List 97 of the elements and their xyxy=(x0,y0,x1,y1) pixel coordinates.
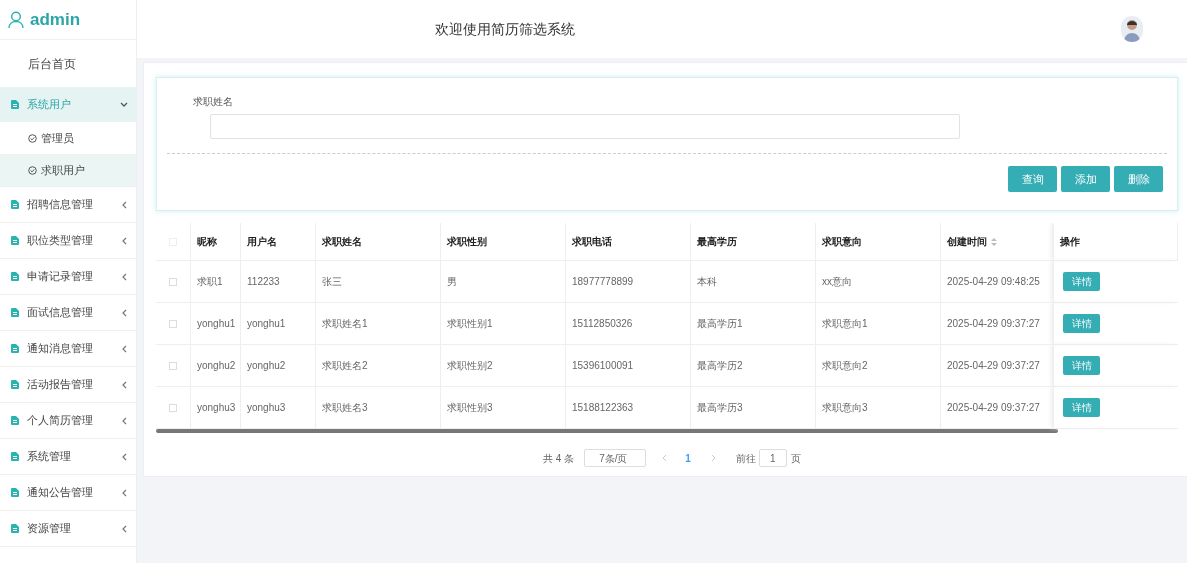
table-cell-text: 2025-04-29 09:37:27 xyxy=(947,401,1040,415)
column-header: 昵称 xyxy=(197,235,217,249)
goto-suffix: 页 xyxy=(790,451,801,466)
sidebar-item[interactable]: 后台首页 xyxy=(0,40,136,87)
sidebar-item[interactable]: 职位类型管理 xyxy=(0,223,136,258)
submenu-item[interactable]: 求职用户 xyxy=(0,154,136,186)
sidebar-item[interactable]: 申请记录管理 xyxy=(0,259,136,294)
chevron-left-icon xyxy=(121,344,127,353)
chevron-left-icon[interactable] xyxy=(662,454,668,462)
sidebar-item[interactable]: 招聘信息管理 xyxy=(0,187,136,222)
table-cell-text: 15188122363 xyxy=(572,401,634,415)
document-icon xyxy=(11,200,19,209)
column-header: 求职性别 xyxy=(447,235,487,249)
sidebar-item[interactable]: 通知公告管理 xyxy=(0,475,136,510)
scrollbar[interactable] xyxy=(156,429,1058,433)
table-cell-text: 2025-04-29 09:48:25 xyxy=(947,275,1040,289)
table-cell-text: 求职1 xyxy=(197,275,223,289)
document-icon xyxy=(11,272,19,281)
document-icon xyxy=(11,524,19,533)
avatar[interactable] xyxy=(1121,16,1143,42)
column-header[interactable]: 创建时间 xyxy=(947,234,987,249)
page-title: 欢迎使用简历筛选系统 xyxy=(435,19,575,39)
table-cell-text: 张三 xyxy=(322,275,342,289)
table-cell-text: 15396100091 xyxy=(572,359,634,373)
row-checkbox[interactable] xyxy=(169,403,177,412)
table-cell-text: 求职姓名1 xyxy=(322,317,368,331)
user-icon xyxy=(8,10,24,29)
table-cell-text: 求职性别3 xyxy=(447,401,493,415)
table-cell-text: yonghu3 xyxy=(247,401,286,415)
table-cell-text: 最高学历1 xyxy=(697,317,743,331)
check-circle-icon xyxy=(28,133,37,143)
chevron-left-icon xyxy=(121,416,127,425)
chevron-left-icon xyxy=(121,308,127,317)
document-icon xyxy=(11,452,19,461)
chevron-left-icon xyxy=(121,488,127,497)
table-cell-text: yonghu2 xyxy=(247,359,286,373)
document-icon xyxy=(11,100,19,109)
table-cell-text: 求职性别2 xyxy=(447,359,493,373)
sidebar-item[interactable]: 面试信息管理 xyxy=(0,295,136,330)
table-cell-text: 求职意向1 xyxy=(822,317,868,331)
check-circle-icon xyxy=(28,165,37,175)
sidebar-item[interactable]: 个人简历管理 xyxy=(0,403,136,438)
chevron-left-icon xyxy=(121,272,127,281)
search-field[interactable] xyxy=(210,114,960,139)
chevron-right-icon[interactable] xyxy=(710,454,716,462)
table-cell-text: 最高学历3 xyxy=(697,401,743,415)
table-cell-text: yonghu1 xyxy=(197,317,236,331)
chevron-left-icon xyxy=(121,524,127,533)
table-cell-text: 求职意向2 xyxy=(822,359,868,373)
table-cell-text: yonghu3 xyxy=(197,401,236,415)
goto-label: 前往 xyxy=(735,451,756,466)
document-icon xyxy=(11,236,19,245)
column-header: 用户名 xyxy=(247,235,277,249)
page-input[interactable]: 1 xyxy=(758,449,787,467)
chevron-left-icon xyxy=(121,380,127,389)
column-header: 求职电话 xyxy=(572,235,612,249)
row-checkbox[interactable] xyxy=(169,319,177,328)
table-cell-text: 18977778899 xyxy=(572,275,634,289)
field-label: 求职姓名 xyxy=(193,95,234,109)
username: admin xyxy=(30,8,81,31)
sidebar-item[interactable]: 通知消息管理 xyxy=(0,331,136,366)
table-cell-text: xx意向 xyxy=(822,275,852,289)
column-header: 求职意向 xyxy=(822,235,862,249)
table-cell-text: 求职姓名3 xyxy=(322,401,368,415)
table-cell-text: 求职姓名2 xyxy=(322,359,368,373)
document-icon xyxy=(11,308,19,317)
document-icon xyxy=(11,380,19,389)
chevron-left-icon xyxy=(121,236,127,245)
column-header: 最高学历 xyxy=(697,235,737,249)
column-header: 求职姓名 xyxy=(322,235,362,249)
sidebar-item[interactable]: 资源管理 xyxy=(0,511,136,546)
total-count: 共 4 条 xyxy=(543,451,575,466)
table-cell-text: 男 xyxy=(447,275,457,289)
table-cell-text: 112233 xyxy=(247,275,280,289)
table-cell-text: 15112850326 xyxy=(572,317,633,331)
row-checkbox[interactable] xyxy=(169,361,177,370)
sidebar-item[interactable]: 活动报告管理 xyxy=(0,367,136,402)
table-cell-text: 求职意向3 xyxy=(822,401,868,415)
document-icon xyxy=(11,416,19,425)
page-size-select[interactable]: 7条/页 xyxy=(584,449,647,467)
table-cell-text: yonghu2 xyxy=(197,359,236,373)
table-cell-text: 最高学历2 xyxy=(697,359,743,373)
table-cell-text: 本科 xyxy=(697,275,717,289)
table-cell-text: 求职性别1 xyxy=(447,317,493,331)
table-cell-text: 2025-04-29 09:37:27 xyxy=(947,317,1040,331)
chevron-left-icon xyxy=(121,452,127,461)
document-icon xyxy=(11,344,19,353)
table-cell-text: yonghu1 xyxy=(247,317,286,331)
document-icon xyxy=(11,488,19,497)
chevron-left-icon xyxy=(121,200,127,209)
submenu-item[interactable]: 管理员 xyxy=(0,122,136,154)
chevron-down-icon xyxy=(120,101,128,108)
row-checkbox[interactable] xyxy=(169,277,177,286)
sort-icon[interactable] xyxy=(991,237,997,246)
sidebar-item[interactable]: 系统管理 xyxy=(0,439,136,474)
table-cell-text: 2025-04-29 09:37:27 xyxy=(947,359,1040,373)
column-header: 操作 xyxy=(1060,235,1080,249)
